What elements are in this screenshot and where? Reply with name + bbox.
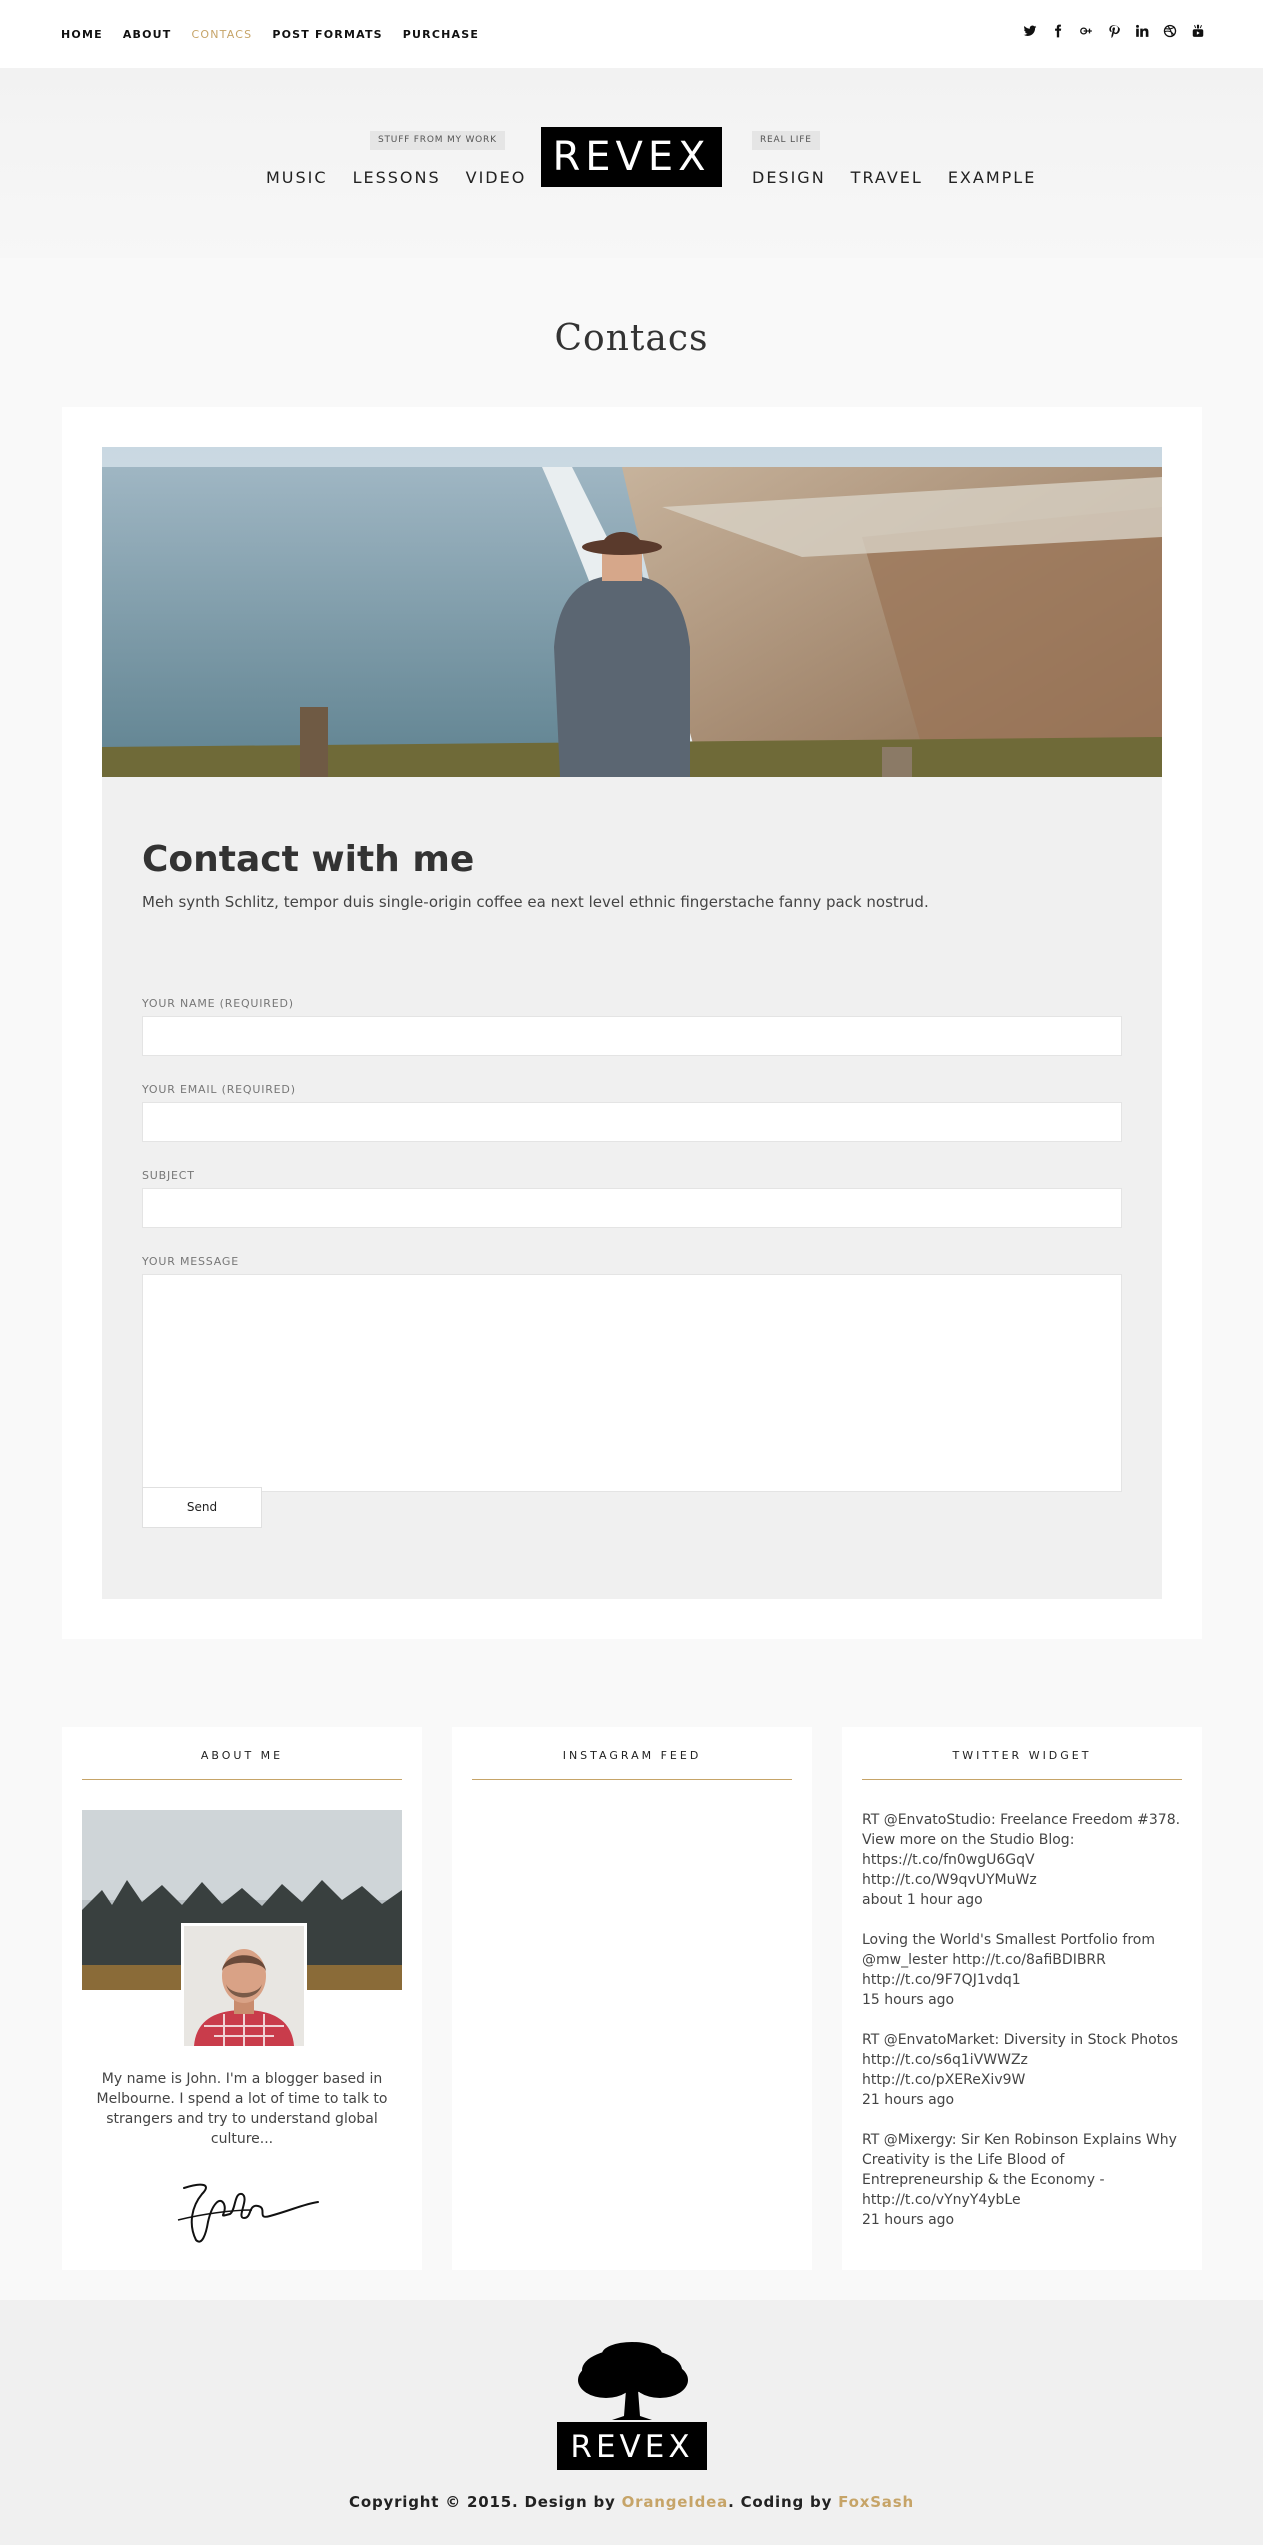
about-me-title: ABOUT ME xyxy=(200,1749,284,1762)
youtube-icon[interactable] xyxy=(1191,24,1205,38)
tweet-item: RT @EnvatoStudio: Freelance Freedom #378… xyxy=(862,1810,1182,1910)
instagram-divider xyxy=(472,1779,792,1780)
email-label: YOUR EMAIL (REQUIRED) xyxy=(142,1083,296,1096)
topnav-post-formats[interactable]: POST FORMATS xyxy=(272,28,382,41)
twitter-divider xyxy=(862,1779,1182,1780)
name-field[interactable] xyxy=(142,1016,1122,1056)
top-nav: HOME ABOUT CONTACS POST FORMATS PURCHASE xyxy=(61,28,499,41)
footer-logo[interactable]: REVEX xyxy=(556,2340,708,2470)
linkedin-icon[interactable] xyxy=(1135,24,1149,38)
name-label: YOUR NAME (REQUIRED) xyxy=(142,997,294,1010)
about-me-widget: ABOUT ME My name is John. I'm a blogger … xyxy=(62,1727,422,2270)
facebook-icon[interactable] xyxy=(1051,24,1065,38)
about-divider xyxy=(82,1779,402,1780)
subject-label: SUBJECT xyxy=(142,1169,195,1182)
nav-lessons[interactable]: LESSONS xyxy=(353,168,441,187)
nav-travel[interactable]: TRAVEL xyxy=(851,168,923,187)
contact-description: Meh synth Schlitz, tempor duis single-or… xyxy=(142,893,929,911)
instagram-widget: INSTAGRAM FEED xyxy=(452,1727,812,2270)
copyright-prefix: Copyright © 2015. Design by xyxy=(349,2493,622,2511)
nav-music[interactable]: MUSIC xyxy=(266,168,328,187)
tag-stuff-from-my-work: STUFF FROM MY WORK xyxy=(370,131,505,150)
coding-by-link[interactable]: FoxSash xyxy=(838,2493,914,2511)
twitter-title: TWITTER WIDGET xyxy=(952,1749,1092,1762)
topnav-about[interactable]: ABOUT xyxy=(123,28,172,41)
about-text: My name is John. I'm a blogger based in … xyxy=(96,2071,388,2147)
main-nav-left: MUSIC LESSONS VIDEO xyxy=(266,168,551,187)
pinterest-icon[interactable] xyxy=(1107,24,1121,38)
copyright-middle: . Coding by xyxy=(728,2493,839,2511)
tweet-text[interactable]: Loving the World's Smallest Portfolio fr… xyxy=(862,1930,1182,1990)
site-logo[interactable]: REVEX xyxy=(541,127,722,187)
design-by-link[interactable]: OrangeIdea xyxy=(622,2493,728,2511)
site-header: STUFF FROM MY WORK REAL LIFE REVEX MUSIC… xyxy=(0,68,1263,258)
nav-example[interactable]: EXAMPLE xyxy=(948,168,1037,187)
tweet-text[interactable]: RT @Mixergy: Sir Ken Robinson Explains W… xyxy=(862,2130,1182,2210)
signature xyxy=(172,2174,322,2250)
tweet-time[interactable]: 15 hours ago xyxy=(862,1990,1182,2010)
dribbble-icon[interactable] xyxy=(1163,24,1177,38)
contact-form-panel: Contact with me Meh synth Schlitz, tempo… xyxy=(102,777,1162,1599)
topnav-contacs[interactable]: CONTACS xyxy=(192,28,253,41)
twitter-widget: TWITTER WIDGET RT @EnvatoStudio: Freelan… xyxy=(842,1727,1202,2270)
contact-card: Contact with me Meh synth Schlitz, tempo… xyxy=(62,407,1202,1639)
top-bar: HOME ABOUT CONTACS POST FORMATS PURCHASE xyxy=(0,0,1263,68)
message-textarea[interactable] xyxy=(142,1274,1122,1492)
subject-field[interactable] xyxy=(142,1188,1122,1228)
contact-title: Contact with me xyxy=(142,839,475,880)
instagram-title: INSTAGRAM FEED xyxy=(562,1749,702,1762)
page-title: Contacs xyxy=(554,318,709,359)
nav-video[interactable]: VIDEO xyxy=(466,168,527,187)
tweet-item: Loving the World's Smallest Portfolio fr… xyxy=(862,1930,1182,2010)
tweet-item: RT @EnvatoMarket: Diversity in Stock Pho… xyxy=(862,2030,1182,2110)
tweet-time[interactable]: 21 hours ago xyxy=(862,2090,1182,2110)
nav-design[interactable]: DESIGN xyxy=(752,168,826,187)
email-field[interactable] xyxy=(142,1102,1122,1142)
google-plus-icon[interactable] xyxy=(1079,24,1093,38)
site-footer: REVEX Copyright © 2015. Design by Orange… xyxy=(0,2300,1263,2545)
message-label: YOUR MESSAGE xyxy=(142,1255,239,1268)
tweet-time[interactable]: 21 hours ago xyxy=(862,2210,1182,2230)
twitter-icon[interactable] xyxy=(1023,24,1037,38)
hero-image xyxy=(102,447,1162,777)
send-button[interactable]: Send xyxy=(142,1487,262,1528)
copyright: Copyright © 2015. Design by OrangeIdea. … xyxy=(0,2493,1263,2511)
social-links xyxy=(1023,24,1205,38)
topnav-purchase[interactable]: PURCHASE xyxy=(403,28,479,41)
tweet-item: RT @Mixergy: Sir Ken Robinson Explains W… xyxy=(862,2130,1182,2230)
tag-real-life: REAL LIFE xyxy=(752,131,820,150)
tweet-list: RT @EnvatoStudio: Freelance Freedom #378… xyxy=(862,1810,1182,2250)
tweet-time[interactable]: about 1 hour ago xyxy=(862,1890,1182,1910)
tweet-text[interactable]: RT @EnvatoStudio: Freelance Freedom #378… xyxy=(862,1810,1182,1890)
tweet-text[interactable]: RT @EnvatoMarket: Diversity in Stock Pho… xyxy=(862,2030,1182,2090)
main-nav-right: DESIGN TRAVEL EXAMPLE xyxy=(752,168,1061,187)
avatar xyxy=(181,1923,307,2049)
footer-logo-text: REVEX xyxy=(570,2429,693,2465)
topnav-home[interactable]: HOME xyxy=(61,28,103,41)
